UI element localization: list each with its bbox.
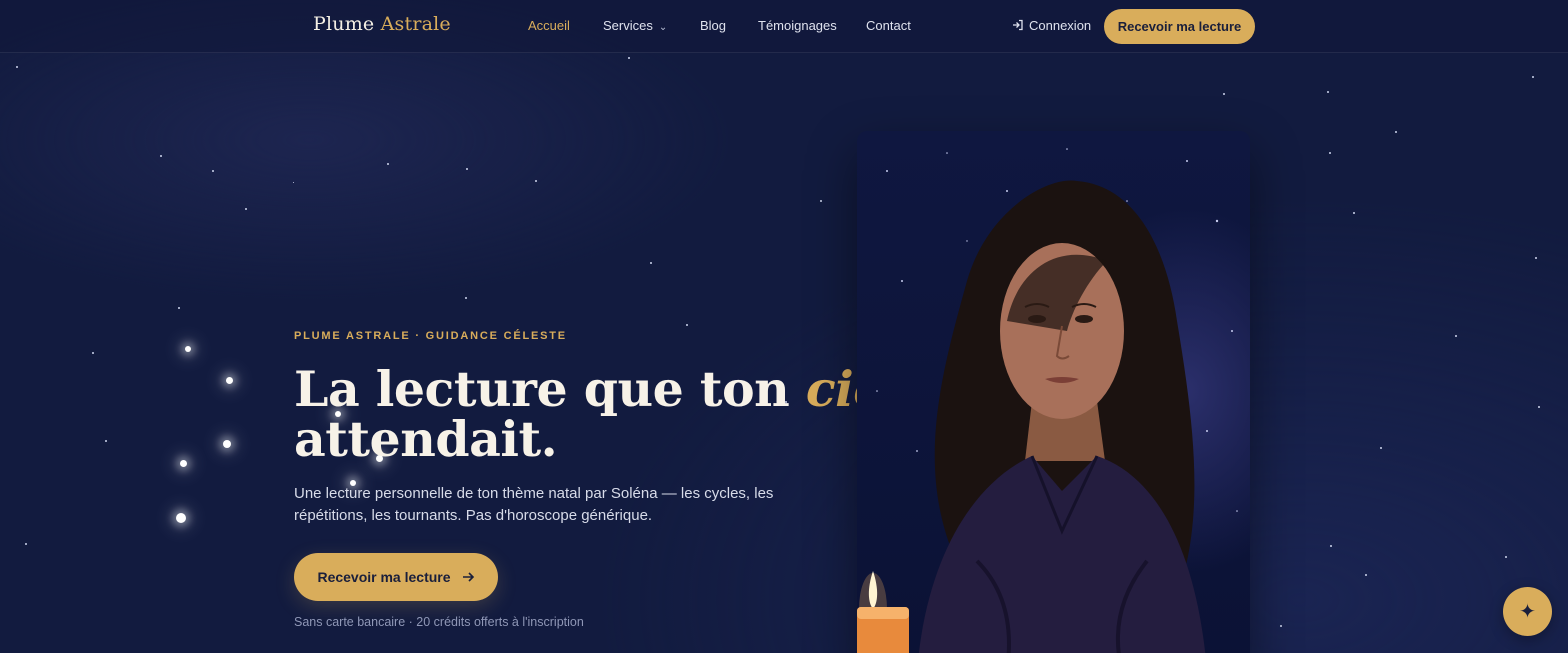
floating-assistant-button[interactable]: ✦ [1503,587,1552,636]
hero-title-part2: attendait. [294,410,558,468]
login-label: Connexion [1029,18,1092,33]
portrait-image [857,131,1250,653]
brand-name-accent: Astrale [380,13,451,35]
brand-name: Plume [313,13,375,35]
login-icon [1013,19,1023,31]
hero-subtitle: Une lecture personnelle de ton thème nat… [294,485,774,524]
hero-cta-label: Recevoir ma lecture [317,569,451,585]
nav-item-services[interactable]: Services ⌄ [603,18,667,33]
hero-note: Sans carte bancaire · 20 crédits offerts… [294,615,584,629]
nav-item-accueil[interactable]: Accueil [528,18,570,33]
sparkle-icon: ✦ [1519,601,1536,623]
login-link[interactable]: Connexion [1012,18,1091,33]
portrait-illustration [857,148,1238,653]
nav-item-blog[interactable]: Blog [700,18,726,33]
hero-eyebrow: PLUME ASTRALE · GUIDANCE CÉLESTE [294,330,567,342]
starfield-background [0,0,1568,653]
header-cta-button[interactable]: Recevoir ma lecture [1104,9,1255,44]
nav-item-services-label: Services [603,18,653,33]
arrow-right-icon [462,572,474,582]
nav-item-temoignages[interactable]: Témoignages [758,18,837,33]
site-header: Plume Astrale Accueil Services ⌄ Blog Tém… [0,0,1568,53]
chevron-down-icon: ⌄ [658,22,668,33]
hero-cta-button[interactable]: Recevoir ma lecture [294,553,498,601]
nav-item-contact[interactable]: Contact [866,18,911,33]
hero-title: La lecture que ton ciel attendait. [294,364,903,464]
brand-logo[interactable]: Plume Astrale [313,13,451,35]
